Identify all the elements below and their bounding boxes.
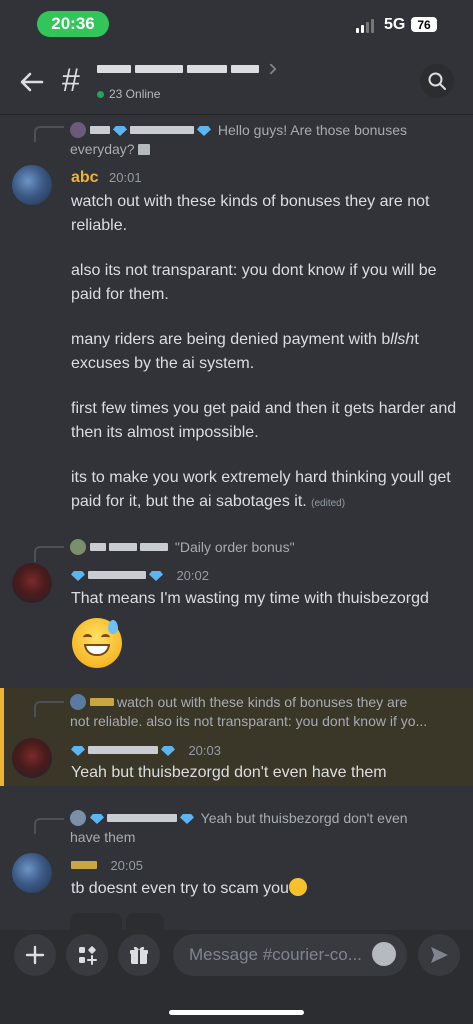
avatar — [70, 122, 86, 138]
channel-header: # 23 Online — [0, 52, 473, 115]
signal-icon — [356, 19, 374, 33]
message-header: 20:02 — [71, 566, 209, 586]
author-name-redacted[interactable] — [88, 571, 146, 579]
message-body: tb doesnt even try to scam you — [71, 877, 461, 901]
gem-icon — [90, 814, 104, 824]
avatar — [70, 539, 86, 555]
message-paragraph: its to make you work extremely hard thin… — [71, 469, 451, 510]
emoji-picker-icon[interactable] — [372, 942, 396, 966]
image-icon — [138, 144, 151, 155]
send-icon — [431, 947, 448, 963]
network-type: 5G — [384, 16, 406, 33]
channel-name-redacted[interactable] — [97, 63, 277, 75]
battery-icon: 76 — [411, 17, 437, 32]
online-count: 23 Online — [97, 87, 160, 101]
avatar[interactable] — [12, 165, 52, 205]
reply-preview[interactable]: Yeah but thuisbezorgd don't even have th… — [70, 809, 460, 847]
reply-connector — [34, 546, 64, 562]
message-header: abc 20:01 — [71, 168, 142, 188]
apps-icon — [79, 946, 97, 965]
avatar[interactable] — [12, 563, 52, 603]
message-body: Yeah but thuisbezorgd don't even have th… — [71, 764, 387, 781]
search-button[interactable] — [420, 64, 454, 98]
message-header: 20:05 — [71, 856, 143, 876]
message-body: watch out with these kinds of bonuses th… — [71, 190, 461, 515]
search-icon — [428, 72, 446, 90]
gem-icon — [180, 814, 194, 824]
online-dot-icon — [97, 90, 104, 98]
message-header: 20:03 — [71, 741, 221, 761]
author-name[interactable]: abc — [71, 169, 99, 186]
gift-button[interactable] — [118, 934, 160, 976]
gift-icon — [130, 946, 148, 964]
home-indicator[interactable] — [169, 1010, 304, 1015]
add-attachment-button[interactable] — [14, 934, 56, 976]
reply-preview[interactable]: "Daily order bonus" — [70, 538, 295, 557]
status-time: 20:36 — [37, 11, 109, 37]
channel-hash-icon: # — [62, 62, 80, 98]
author-name-redacted[interactable] — [88, 746, 158, 754]
timestamp: 20:03 — [188, 743, 221, 758]
avatar[interactable] — [12, 853, 52, 893]
reply-preview[interactable]: Hello guys! Are those bonuses everyday? — [70, 121, 460, 159]
message-composer: Message #courier-co... — [0, 930, 473, 1024]
reply-connector — [34, 126, 64, 142]
timestamp: 20:02 — [176, 568, 209, 583]
author-name-redacted[interactable] — [71, 861, 97, 869]
gem-icon — [71, 571, 85, 581]
gem-icon — [197, 126, 211, 136]
reaction-chip[interactable] — [70, 913, 122, 930]
avatar[interactable] — [12, 738, 52, 778]
edited-label: (edited) — [311, 497, 346, 509]
grin-emoji-icon — [288, 878, 307, 896]
add-reaction-chip[interactable] — [126, 913, 164, 930]
message-body: That means I'm wasting my time with thui… — [71, 590, 429, 607]
gem-icon — [161, 746, 175, 756]
apps-button[interactable] — [66, 934, 108, 976]
avatar — [70, 810, 86, 826]
message-list[interactable]: Hello guys! Are those bonuses everyday? … — [0, 115, 473, 930]
reply-preview[interactable]: watch out with these kinds of bonuses th… — [70, 693, 470, 731]
gem-icon — [149, 571, 163, 581]
plus-icon — [25, 945, 45, 965]
sweat-smile-emoji-icon — [72, 618, 122, 668]
status-bar: 20:36 5G 76 — [0, 0, 473, 52]
timestamp: 20:05 — [110, 858, 143, 873]
gem-icon — [113, 126, 127, 136]
send-button[interactable] — [418, 934, 460, 976]
gem-icon — [71, 746, 85, 756]
back-arrow-icon[interactable] — [18, 68, 46, 96]
timestamp: 20:01 — [109, 170, 142, 185]
message-paragraph: many riders are being denied payment wit… — [71, 331, 419, 372]
reply-connector — [34, 818, 64, 834]
avatar — [70, 694, 86, 710]
reply-connector — [34, 701, 64, 717]
